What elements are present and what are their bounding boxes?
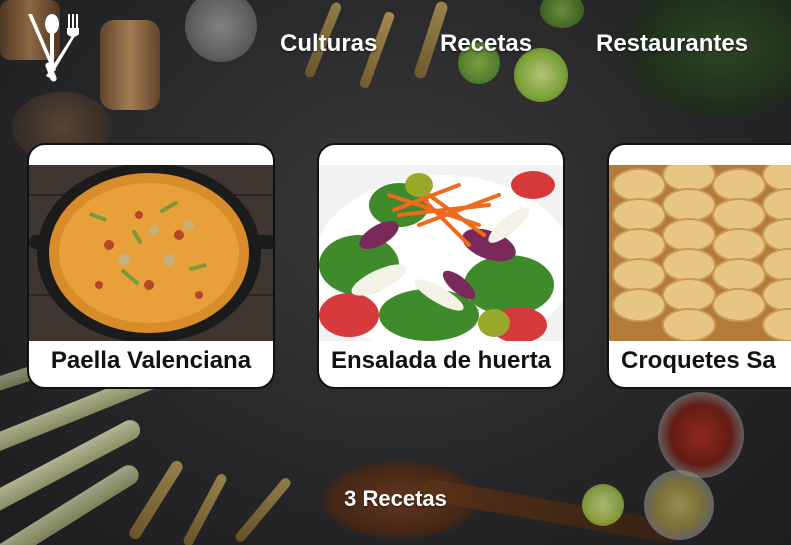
nav-recetas[interactable]: Recetas [440,30,532,58]
lime-decoration [540,0,584,28]
croquetes-image [609,165,791,341]
leaves-decoration [620,0,791,120]
paella-image [29,165,273,341]
chili-cup-decoration [658,392,744,478]
recipe-count: 3 Recetas [344,486,447,511]
spice-bowl-decoration [185,0,257,62]
logo-icon[interactable] [22,10,82,84]
recipe-card-ensalada[interactable]: Ensalada de huerta [317,143,565,389]
recipe-card-paella[interactable]: Paella Valenciana [27,143,275,389]
recipe-title: Paella Valenciana [50,347,252,374]
recipe-title: Ensalada de huerta [330,347,552,374]
recipe-title: Croquetes Sa [621,347,776,374]
pepper-grinder-decoration [100,20,160,110]
nav-restaurantes[interactable]: Restaurantes [596,30,748,58]
ensalada-image [319,165,563,341]
recipe-carousel[interactable]: Paella Valenciana Ensalada de huerta Cro… [27,143,791,395]
nav-culturas[interactable]: Culturas [280,30,377,58]
recipe-card-croquetes[interactable]: Croquetes Sa [607,143,791,389]
